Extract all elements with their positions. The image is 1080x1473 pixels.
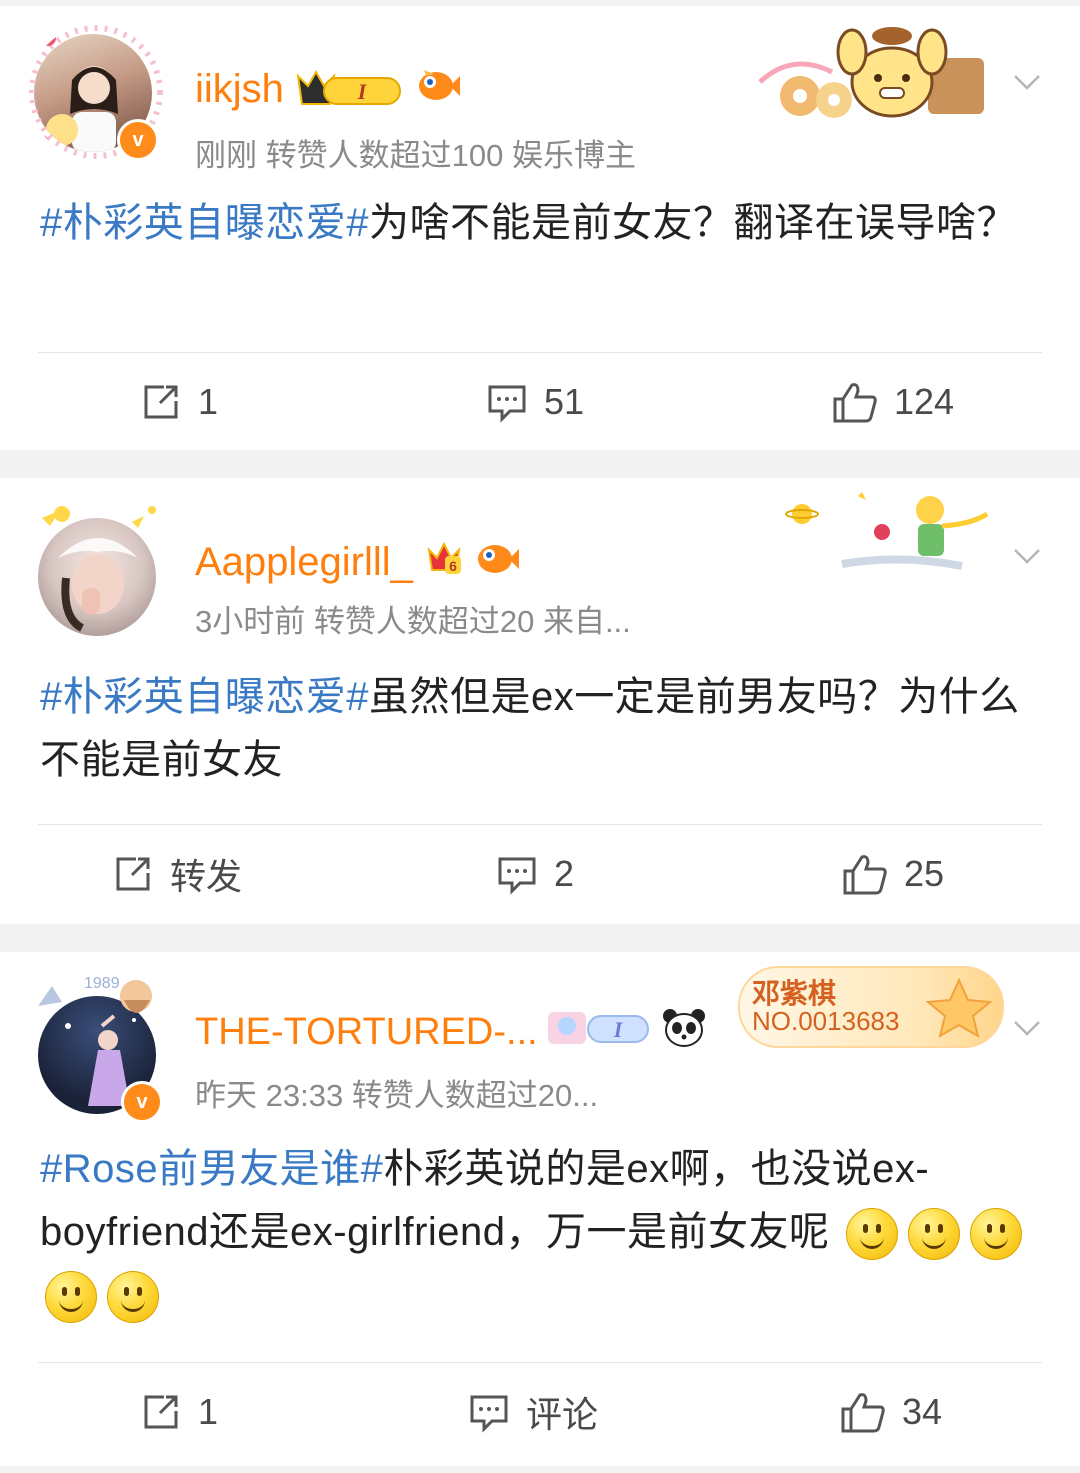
action-bar: 1 评论 34 <box>0 1363 1080 1461</box>
hashtag-link[interactable]: #朴彩英自曝恋爱# <box>40 201 369 245</box>
post-body: #朴彩英自曝恋爱#为啥不能是前女友？翻译在误导啥？ <box>0 178 1080 342</box>
avatar[interactable]: v <box>29 25 163 161</box>
repost-button[interactable]: 转发 <box>112 825 242 923</box>
username[interactable]: iikjsh <box>195 67 284 112</box>
post-meta: 3小时前 转赞人数超过20 来自... <box>195 604 631 639</box>
chevron-down-icon[interactable] <box>1012 540 1042 570</box>
fan-badge[interactable]: 邓紫棋 NO.0013683 <box>738 966 1004 1048</box>
post-card: 1989 v THE-TORTURED-... I 昨天 23:33 转赞人数超… <box>0 952 1080 1466</box>
smile-emoji-icon <box>846 1208 899 1261</box>
ttpd-frame-icon: 1989 <box>38 975 152 1013</box>
repost-icon <box>144 385 178 419</box>
repost-label: 转发 <box>170 856 243 897</box>
username[interactable]: Aapplegirlll_ <box>195 540 413 585</box>
repost-icon <box>144 1395 178 1429</box>
post-meta: 刚刚 转赞人数超过100 娱乐博主 <box>195 138 636 173</box>
post-body: #Rose前男友是谁#朴彩英说的是ex啊，也没说ex-boyfriend还是ex… <box>0 1128 1080 1352</box>
svg-text:I: I <box>612 1017 623 1042</box>
fish-badge-icon <box>475 537 519 587</box>
repost-count: 1 <box>198 1391 219 1432</box>
like-button[interactable]: 34 <box>840 1363 942 1461</box>
star-badge-icon <box>925 977 993 1038</box>
post-body: #朴彩英自曝恋爱#虽然但是ex一定是前男友吗？为什么不能是前女友 <box>0 650 1080 814</box>
svg-text:I: I <box>357 79 368 104</box>
comment-button[interactable]: 2 <box>496 825 574 923</box>
repost-button[interactable]: 1 <box>140 353 218 451</box>
repost-button[interactable]: 1 <box>140 1363 218 1461</box>
smile-emoji-icon <box>970 1208 1023 1261</box>
crown-badge-icon: 6 <box>423 536 465 588</box>
like-count: 34 <box>902 1391 943 1432</box>
member-badge-icon: I <box>294 68 406 110</box>
little-prince-frame-icon <box>42 506 156 528</box>
post-header: Aapplegirlll_ 6 3小时前 转赞人数超过20 来自... <box>0 478 1080 650</box>
avatar[interactable] <box>38 506 163 643</box>
action-bar: 1 51 124 <box>0 353 1080 451</box>
panda-badge-icon <box>662 1006 706 1058</box>
repost-icon <box>116 857 150 891</box>
post-text: 为啥不能是前女友？翻译在误导啥？ <box>369 201 1017 245</box>
svg-text:1989: 1989 <box>84 975 120 992</box>
post-card: Aapplegirlll_ 6 3小时前 转赞人数超过20 来自... #朴彩英… <box>0 478 1080 924</box>
comment-label: 评论 <box>526 1394 599 1435</box>
repost-count: 1 <box>198 381 219 422</box>
post-header: 1989 v THE-TORTURED-... I 昨天 23:33 转赞人数超… <box>0 952 1080 1128</box>
svg-text:6: 6 <box>449 558 457 574</box>
like-button[interactable]: 124 <box>832 353 954 451</box>
post-meta: 昨天 23:33 转赞人数超过20... <box>195 1078 599 1113</box>
member-badge-icon: I <box>547 1006 652 1058</box>
hashtag-link[interactable]: #朴彩英自曝恋爱# <box>40 675 369 719</box>
comment-button[interactable]: 51 <box>486 353 584 451</box>
thumbs-up-icon <box>841 1393 885 1433</box>
post-card: v iikjsh I 刚刚 转赞人数超过100 娱乐博主 #朴彩英自曝恋爱#为啥… <box>0 6 1080 450</box>
smile-emoji-icon <box>107 1271 159 1324</box>
comment-button[interactable]: 评论 <box>468 1363 598 1461</box>
hashtag-link[interactable]: #Rose前男友是谁# <box>40 1147 383 1191</box>
thumbs-up-icon <box>843 855 887 895</box>
fish-badge-icon <box>416 64 460 114</box>
verified-icon: v <box>117 119 159 161</box>
post-header: v iikjsh I 刚刚 转赞人数超过100 娱乐博主 <box>0 6 1080 178</box>
username[interactable]: THE-TORTURED-... <box>195 1011 538 1054</box>
smile-emoji-icon <box>908 1208 961 1261</box>
like-button[interactable]: 25 <box>842 825 944 923</box>
action-bar: 转发 2 25 <box>0 825 1080 923</box>
chevron-down-icon[interactable] <box>1012 66 1042 96</box>
avatar[interactable]: 1989 v <box>38 975 163 1123</box>
fan-badge-number: NO.0013683 <box>752 1006 900 1036</box>
pompompurin-sticker-icon <box>758 27 984 118</box>
comment-icon <box>498 857 536 895</box>
comment-icon <box>488 385 526 423</box>
comment-icon <box>470 1395 508 1433</box>
smile-emoji-icon <box>45 1271 97 1324</box>
little-prince-sticker-icon <box>785 492 989 570</box>
like-count: 25 <box>904 853 945 894</box>
verified-icon: v <box>121 1081 163 1123</box>
chevron-down-icon[interactable] <box>1012 1012 1042 1042</box>
thumbs-up-icon <box>833 383 877 423</box>
like-count: 124 <box>894 381 955 422</box>
comment-count: 2 <box>554 853 575 894</box>
comment-count: 51 <box>544 381 585 422</box>
